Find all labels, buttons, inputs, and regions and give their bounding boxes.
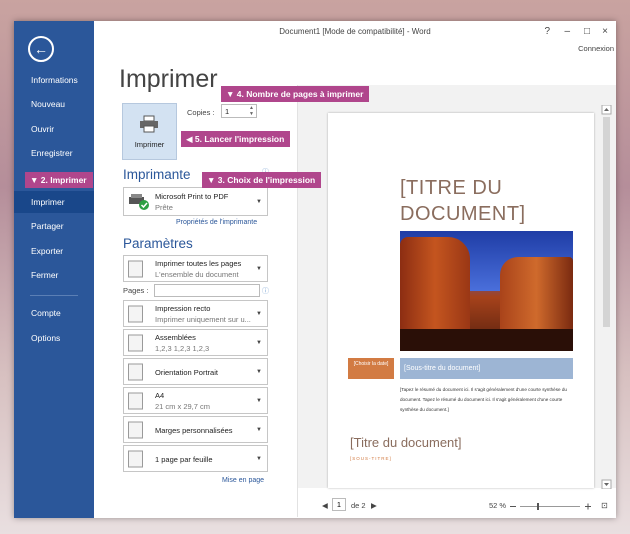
page-setup-link[interactable]: Mise en page — [222, 477, 264, 484]
printer-name: Microsoft Print to PDF — [155, 192, 229, 201]
preview-page: [TITRE DU DOCUMENT] [Choisir la date] [S… — [328, 113, 594, 488]
page-per-sheet-icon — [128, 450, 143, 467]
minimize-icon[interactable]: – — [564, 26, 570, 37]
setting-line2: 21 cm x 29,7 cm — [155, 402, 211, 411]
chevron-down-icon: ▼ — [256, 426, 262, 433]
copies-label: Copies : — [187, 108, 215, 117]
sign-in-link[interactable]: Connexion — [578, 44, 614, 53]
printer-ready-icon — [129, 194, 149, 210]
sous-titre: [SOUS-TITRE] — [350, 456, 392, 461]
sidebar-item-informations[interactable]: Informations — [14, 69, 94, 91]
pages-icon — [128, 260, 143, 277]
setting-line2: Imprimer uniquement sur u... — [155, 315, 251, 324]
chevron-down-icon: ▼ — [256, 368, 262, 375]
copies-input[interactable]: 1 ▲ ▼ — [221, 104, 257, 118]
callout-3: ▼ 3. Choix de l'impression — [202, 172, 322, 188]
chevron-down-icon: ▼ — [256, 265, 262, 272]
chevron-down-icon: ▼ — [256, 310, 262, 317]
pages-per-sheet-dropdown[interactable]: 1 page par feuille ▼ — [123, 445, 268, 472]
window-title: Document1 [Mode de compatibilité] - Word — [279, 27, 431, 36]
one-sided-icon — [128, 305, 143, 322]
margins-dropdown[interactable]: Marges personnalisées ▼ — [123, 416, 268, 443]
setting-line1: 1 page par feuille — [155, 455, 213, 464]
paper-size-dropdown[interactable]: A4 21 cm x 29,7 cm ▼ — [123, 387, 268, 414]
summary-text: [Tapez le résumé du document ici. Il s'a… — [400, 387, 567, 412]
paper-icon — [128, 392, 143, 409]
zoom-slider[interactable] — [510, 502, 592, 511]
back-arrow-icon[interactable]: ← — [28, 36, 54, 62]
fit-page-icon[interactable]: ⊡ — [601, 501, 608, 510]
setting-line1: A4 — [155, 391, 165, 400]
chevron-down-icon: ▼ — [256, 339, 262, 346]
cover-photo — [400, 231, 573, 351]
date-placeholder: [Choisir la date] — [348, 358, 394, 379]
setting-line1: Orientation Portrait — [155, 368, 218, 377]
subtitle-placeholder: [Sous-titre du document] — [400, 358, 573, 379]
callout-4: ▼ 4. Nombre de pages à imprimer — [221, 86, 370, 102]
print-button[interactable]: Imprimer — [122, 103, 177, 160]
pages-label: Pages : — [123, 286, 149, 295]
setting-line1: Marges personnalisées — [155, 426, 233, 435]
pages-input[interactable] — [154, 284, 260, 297]
doc-title-2: [Titre du document] — [350, 435, 462, 450]
printer-properties-link[interactable]: Propriétés de l'imprimante — [176, 219, 257, 226]
page-total: de 2 — [351, 501, 366, 510]
sidebar-item-imprimer[interactable]: Imprimer — [14, 191, 94, 213]
sidebar-item-options[interactable]: Options — [14, 327, 94, 349]
sides-dropdown[interactable]: Impression recto Imprimer uniquement sur… — [123, 300, 268, 327]
sidebar-item-fermer[interactable]: Fermer — [14, 264, 94, 286]
callout-2: ▼ 2. Imprimer — [25, 172, 93, 188]
copies-value: 1 — [225, 107, 230, 116]
preview-scrollbar[interactable] — [601, 105, 612, 489]
info-icon[interactable]: ⓘ — [262, 286, 269, 296]
collation-dropdown[interactable]: Assemblées 1,2,3 1,2,3 1,2,3 ▼ — [123, 329, 268, 356]
sidebar-item-nouveau[interactable]: Nouveau — [14, 93, 94, 115]
page-title: Imprimer — [119, 65, 218, 93]
setting-line1: Impression recto — [155, 304, 211, 313]
prev-page-icon[interactable]: ◀ — [322, 501, 328, 510]
portrait-icon — [128, 363, 143, 380]
setting-line2: 1,2,3 1,2,3 1,2,3 — [155, 344, 210, 353]
sidebar-divider — [30, 295, 78, 296]
sidebar-item-ouvrir[interactable]: Ouvrir — [14, 118, 94, 140]
print-range-dropdown[interactable]: Imprimer toutes les pages L'ensemble du … — [123, 255, 268, 282]
setting-line1: Assemblées — [155, 333, 196, 342]
setting-line2: L'ensemble du document — [155, 270, 239, 279]
next-page-icon[interactable]: ▶ — [371, 501, 377, 510]
settings-section-title: Paramètres — [123, 236, 193, 251]
printer-section-title: Imprimante — [123, 167, 191, 182]
callout-5: ◀ 5. Lancer l'impression — [181, 131, 291, 147]
sidebar-item-enregistrer[interactable]: Enregistrer — [14, 142, 94, 164]
title-bar: Document1 [Mode de compatibilité] - Word… — [94, 21, 616, 45]
ground — [400, 329, 573, 351]
sidebar-item-partager[interactable]: Partager — [14, 215, 94, 237]
copies-spinner-icon[interactable]: ▲ ▼ — [249, 105, 254, 117]
sidebar-item-compte[interactable]: Compte — [14, 302, 94, 324]
chevron-down-icon: ▼ — [256, 198, 262, 205]
chevron-down-icon: ▼ — [256, 397, 262, 404]
orientation-dropdown[interactable]: Orientation Portrait ▼ — [123, 358, 268, 385]
maximize-icon[interactable]: □ — [584, 26, 590, 37]
collated-icon — [128, 334, 143, 351]
help-icon[interactable]: ? — [544, 26, 550, 37]
sidebar-item-exporter[interactable]: Exporter — [14, 240, 94, 262]
zoom-level: 52 % — [489, 501, 507, 510]
setting-line1: Imprimer toutes les pages — [155, 259, 242, 268]
print-button-label: Imprimer — [134, 140, 165, 149]
zoom-out-icon — [510, 506, 516, 507]
margins-icon — [128, 421, 143, 438]
close-icon[interactable]: × — [602, 26, 608, 37]
printer-dropdown[interactable]: Microsoft Print to PDF Prête ▼ — [123, 187, 268, 216]
printer-status: Prête — [155, 203, 173, 212]
printer-icon — [140, 115, 158, 133]
backstage-sidebar: ← Informations Nouveau Ouvrir Enregistre… — [14, 21, 94, 518]
chevron-down-icon: ▼ — [256, 455, 262, 462]
page-number-input[interactable]: 1 — [332, 498, 346, 511]
doc-title: [TITRE DU DOCUMENT] — [400, 177, 526, 225]
